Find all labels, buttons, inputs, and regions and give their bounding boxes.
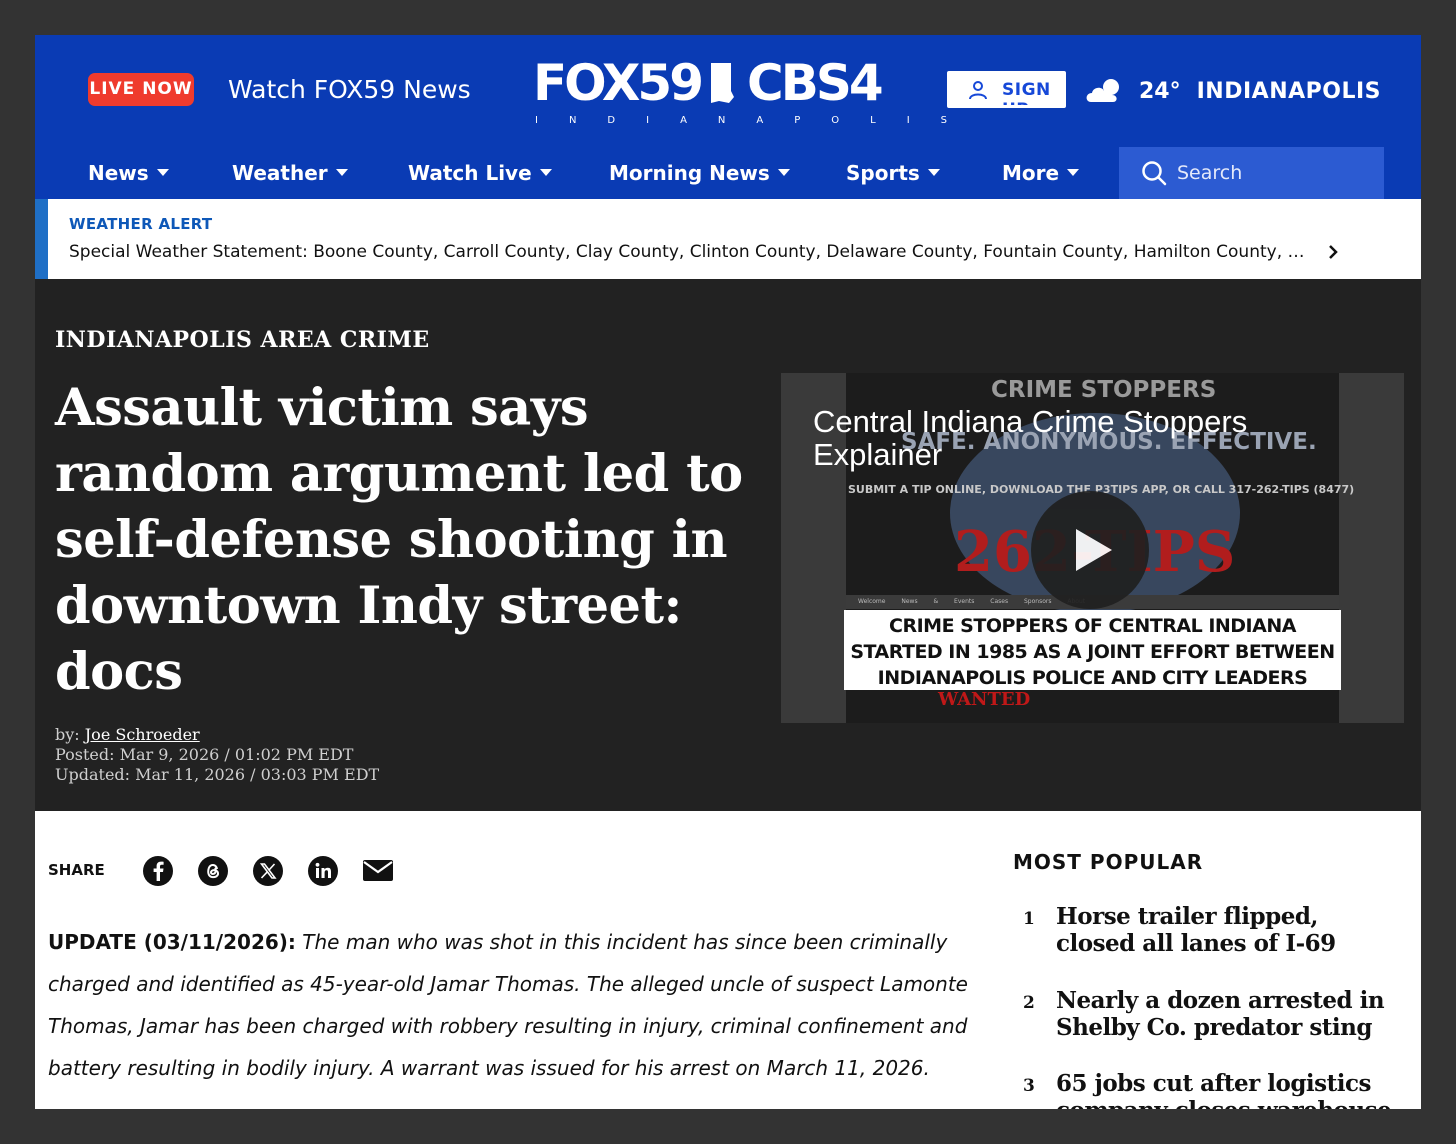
- watch-live-link[interactable]: Watch FOX59 News: [228, 73, 471, 107]
- chevron-down-icon: [156, 169, 169, 176]
- weather-alert-banner[interactable]: WEATHER ALERT Special Weather Statement:…: [35, 199, 1421, 279]
- thumbnail-caption: CRIME STOPPERS OF CENTRAL INDIANA STARTE…: [844, 610, 1341, 690]
- article-category[interactable]: INDIANAPOLIS AREA CRIME: [55, 327, 430, 353]
- weather-widget[interactable]: 24° INDIANAPOLIS: [1085, 71, 1381, 111]
- main-nav: News Weather Watch Live Morning News Spo…: [35, 147, 1421, 199]
- site-logo[interactable]: FOX59 CBS4 INDIANAPOLIS: [533, 53, 979, 133]
- play-button[interactable]: [1031, 491, 1149, 609]
- video-title: Central Indiana Crime Stoppers Explainer: [813, 404, 1248, 472]
- email-icon[interactable]: [362, 855, 394, 887]
- alert-title: WEATHER ALERT: [69, 215, 213, 233]
- nav-item-news[interactable]: News: [88, 147, 169, 199]
- article-hero: INDIANAPOLIS AREA CRIME Assault victim s…: [35, 279, 1421, 811]
- popular-item-number: 1: [1023, 909, 1035, 929]
- search-input[interactable]: [1177, 157, 1367, 189]
- nav-item-watch-live[interactable]: Watch Live: [408, 147, 552, 199]
- x-icon[interactable]: [252, 855, 284, 887]
- live-now-badge[interactable]: LIVE NOW: [88, 73, 194, 106]
- update-lead: UPDATE (03/11/2026):: [48, 930, 296, 954]
- nav-item-more[interactable]: More: [1002, 147, 1080, 199]
- chevron-down-icon: [539, 169, 552, 176]
- alert-accent-stripe: [35, 199, 48, 279]
- article-headline: Assault victim says random argument led …: [55, 378, 743, 702]
- chevron-down-icon: [335, 169, 348, 176]
- popular-item-title[interactable]: Horse trailer flipped, closed all lanes …: [1056, 903, 1401, 957]
- article-update-paragraph: UPDATE (03/11/2026): The man who was sho…: [48, 921, 968, 1089]
- browser-viewport: LIVE NOW Watch FOX59 News FOX59 CBS4 IND…: [35, 35, 1421, 1109]
- sign-up-label: SIGN UP: [1002, 80, 1051, 105]
- popular-item-title[interactable]: Nearly a dozen arrested in Shelby Co. pr…: [1056, 987, 1401, 1041]
- chevron-down-icon: [1067, 169, 1080, 176]
- search-box[interactable]: [1119, 147, 1384, 199]
- author-link[interactable]: Joe Schroeder: [85, 725, 200, 744]
- updated-date: Updated: Mar 11, 2026 / 03:03 PM EDT: [55, 765, 380, 784]
- weather-temperature: 24°: [1139, 78, 1181, 104]
- linkedin-icon[interactable]: [307, 855, 339, 887]
- cloudy-weather-icon: [1086, 79, 1119, 102]
- alert-text: Special Weather Statement: Boone County,…: [69, 242, 1305, 262]
- article-byline: by: Joe Schroeder Posted: Mar 9, 2026 / …: [55, 725, 379, 785]
- logo-city-text: INDIANAPOLIS: [535, 115, 979, 126]
- threads-icon[interactable]: [197, 855, 229, 887]
- logo-cbs4-text: CBS4: [747, 54, 884, 112]
- posted-date: Posted: Mar 9, 2026 / 01:02 PM EDT: [55, 745, 354, 764]
- play-icon: [1076, 529, 1112, 571]
- chevron-right-icon[interactable]: [1327, 244, 1339, 260]
- share-label: SHARE: [48, 861, 105, 879]
- popular-item-number: 2: [1023, 993, 1035, 1013]
- indiana-state-icon: [711, 63, 735, 103]
- nav-item-weather[interactable]: Weather: [232, 147, 348, 199]
- site-header: LIVE NOW Watch FOX59 News FOX59 CBS4 IND…: [35, 35, 1421, 147]
- popular-item-title[interactable]: 65 jobs cut after logistics company clos…: [1056, 1070, 1401, 1109]
- search-icon: [1142, 161, 1167, 186]
- video-player[interactable]: CRIME STOPPERS SAFE. ANONYMOUS. EFFECTIV…: [781, 373, 1404, 723]
- logo-fox59-text: FOX59: [533, 54, 704, 112]
- chevron-down-icon: [777, 169, 790, 176]
- byline-prefix: by:: [55, 725, 80, 744]
- nav-item-morning-news[interactable]: Morning News: [609, 147, 790, 199]
- thumbnail-wanted: WANTED: [938, 689, 1031, 710]
- user-icon: [969, 81, 987, 100]
- chevron-down-icon: [927, 169, 940, 176]
- weather-city: INDIANAPOLIS: [1196, 78, 1382, 104]
- facebook-icon[interactable]: [142, 855, 174, 887]
- thumbnail-heading: CRIME STOPPERS: [991, 377, 1217, 403]
- most-popular-heading: MOST POPULAR: [1013, 850, 1204, 874]
- sign-up-button[interactable]: SIGN UP: [947, 71, 1066, 108]
- nav-item-sports[interactable]: Sports: [846, 147, 940, 199]
- popular-item-number: 3: [1023, 1076, 1035, 1096]
